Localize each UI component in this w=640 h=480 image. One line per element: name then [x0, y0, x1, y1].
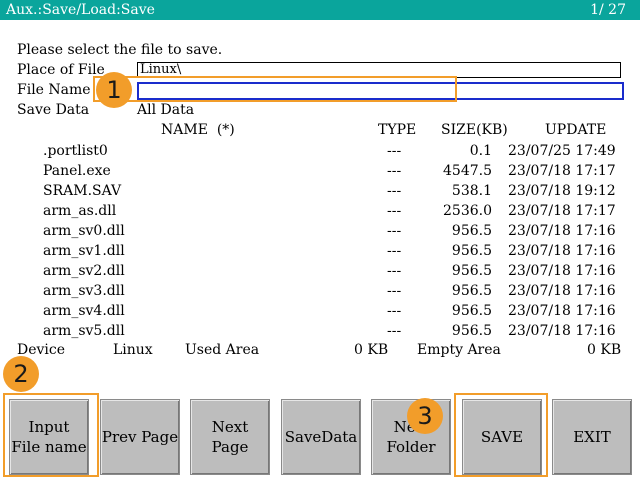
callout-badge-3: 3 [407, 398, 443, 434]
column-header-size[interactable]: SIZE(KB) [441, 122, 508, 138]
file-row[interactable]: SRAM.SAV --- 538.1 23/07/18 19:12 [0, 181, 640, 201]
file-name: .portlist0 [43, 143, 108, 159]
save-data-label: Save Data [17, 102, 90, 118]
page-indicator: 1/ 27 [590, 2, 626, 18]
file-update: 23/07/18 17:16 [508, 263, 616, 279]
file-size: 956.5 [451, 323, 492, 339]
file-size: 0.1 [469, 143, 492, 159]
file-type: --- [387, 263, 402, 279]
file-name-highlight [93, 76, 457, 102]
column-header-update[interactable]: UPDATE [545, 122, 606, 138]
file-name-label: File Name [17, 82, 91, 98]
file-row[interactable]: arm_sv1.dll --- 956.5 23/07/18 17:16 [0, 241, 640, 261]
file-name: arm_sv1.dll [43, 243, 125, 259]
file-type: --- [387, 323, 402, 339]
file-type: --- [387, 283, 402, 299]
callout-badge-2: 2 [3, 356, 39, 392]
prev-page-button[interactable]: Prev Page [100, 399, 180, 475]
file-name: arm_as.dll [43, 203, 117, 219]
file-name: arm_sv0.dll [43, 223, 125, 239]
file-update: 23/07/25 17:49 [508, 143, 616, 159]
file-type: --- [387, 143, 402, 159]
file-size: 2536.0 [443, 203, 492, 219]
save-data-value: All Data [137, 102, 195, 118]
file-size: 956.5 [451, 243, 492, 259]
callout-badge-1: 1 [96, 72, 132, 108]
file-type: --- [387, 163, 402, 179]
device-value: Linux [113, 342, 153, 358]
place-of-file-label: Place of File [17, 62, 105, 78]
file-type: --- [387, 223, 402, 239]
file-type: --- [387, 203, 402, 219]
save-data-button[interactable]: SaveData [281, 399, 361, 475]
window-title: Aux.:Save/Load:Save [6, 2, 155, 18]
file-size: 956.5 [451, 263, 492, 279]
save-button-highlight [454, 393, 548, 477]
file-name: arm_sv2.dll [43, 263, 125, 279]
file-update: 23/07/18 17:16 [508, 303, 616, 319]
empty-area-value: 0 KB [587, 342, 622, 358]
input-file-name-highlight [3, 393, 99, 477]
column-header-type[interactable]: TYPE [378, 122, 416, 138]
title-bar: Aux.:Save/Load:Save 1/ 27 [0, 0, 640, 20]
file-size: 4547.5 [443, 163, 492, 179]
file-size: 956.5 [451, 283, 492, 299]
used-area-label: Used Area [185, 342, 260, 358]
file-update: 23/07/18 17:16 [508, 283, 616, 299]
file-update: 23/07/18 17:16 [508, 223, 616, 239]
file-update: 23/07/18 17:16 [508, 323, 616, 339]
empty-area-label: Empty Area [417, 342, 501, 358]
file-type: --- [387, 243, 402, 259]
instruction-text: Please select the file to save. [17, 42, 223, 58]
file-row[interactable]: Panel.exe --- 4547.5 23/07/18 17:17 [0, 161, 640, 181]
file-row[interactable]: arm_sv4.dll --- 956.5 23/07/18 17:16 [0, 301, 640, 321]
file-type: --- [387, 183, 402, 199]
file-row[interactable]: .portlist0 --- 0.1 23/07/25 17:49 [0, 141, 640, 161]
exit-button[interactable]: EXIT [552, 399, 632, 475]
file-row[interactable]: arm_sv2.dll --- 956.5 23/07/18 17:16 [0, 261, 640, 281]
file-name: arm_sv5.dll [43, 323, 125, 339]
file-row[interactable]: arm_sv3.dll --- 956.5 23/07/18 17:16 [0, 281, 640, 301]
file-name: arm_sv4.dll [43, 303, 125, 319]
file-size: 538.1 [451, 183, 492, 199]
column-header-name[interactable]: NAME (*) [161, 122, 235, 138]
file-update: 23/07/18 17:16 [508, 243, 616, 259]
used-area-value: 0 KB [354, 342, 389, 358]
file-row[interactable]: arm_sv5.dll --- 956.5 23/07/18 17:16 [0, 321, 640, 341]
file-row[interactable]: arm_sv0.dll --- 956.5 23/07/18 17:16 [0, 221, 640, 241]
file-name: Panel.exe [43, 163, 111, 179]
file-name: SRAM.SAV [43, 183, 122, 199]
file-update: 23/07/18 17:17 [508, 163, 616, 179]
file-size: 956.5 [451, 223, 492, 239]
file-size: 956.5 [451, 303, 492, 319]
file-update: 23/07/18 19:12 [508, 183, 616, 199]
file-update: 23/07/18 17:17 [508, 203, 616, 219]
file-name: arm_sv3.dll [43, 283, 125, 299]
next-page-button[interactable]: Next Page [190, 399, 270, 475]
file-type: --- [387, 303, 402, 319]
file-row[interactable]: arm_as.dll --- 2536.0 23/07/18 17:17 [0, 201, 640, 221]
